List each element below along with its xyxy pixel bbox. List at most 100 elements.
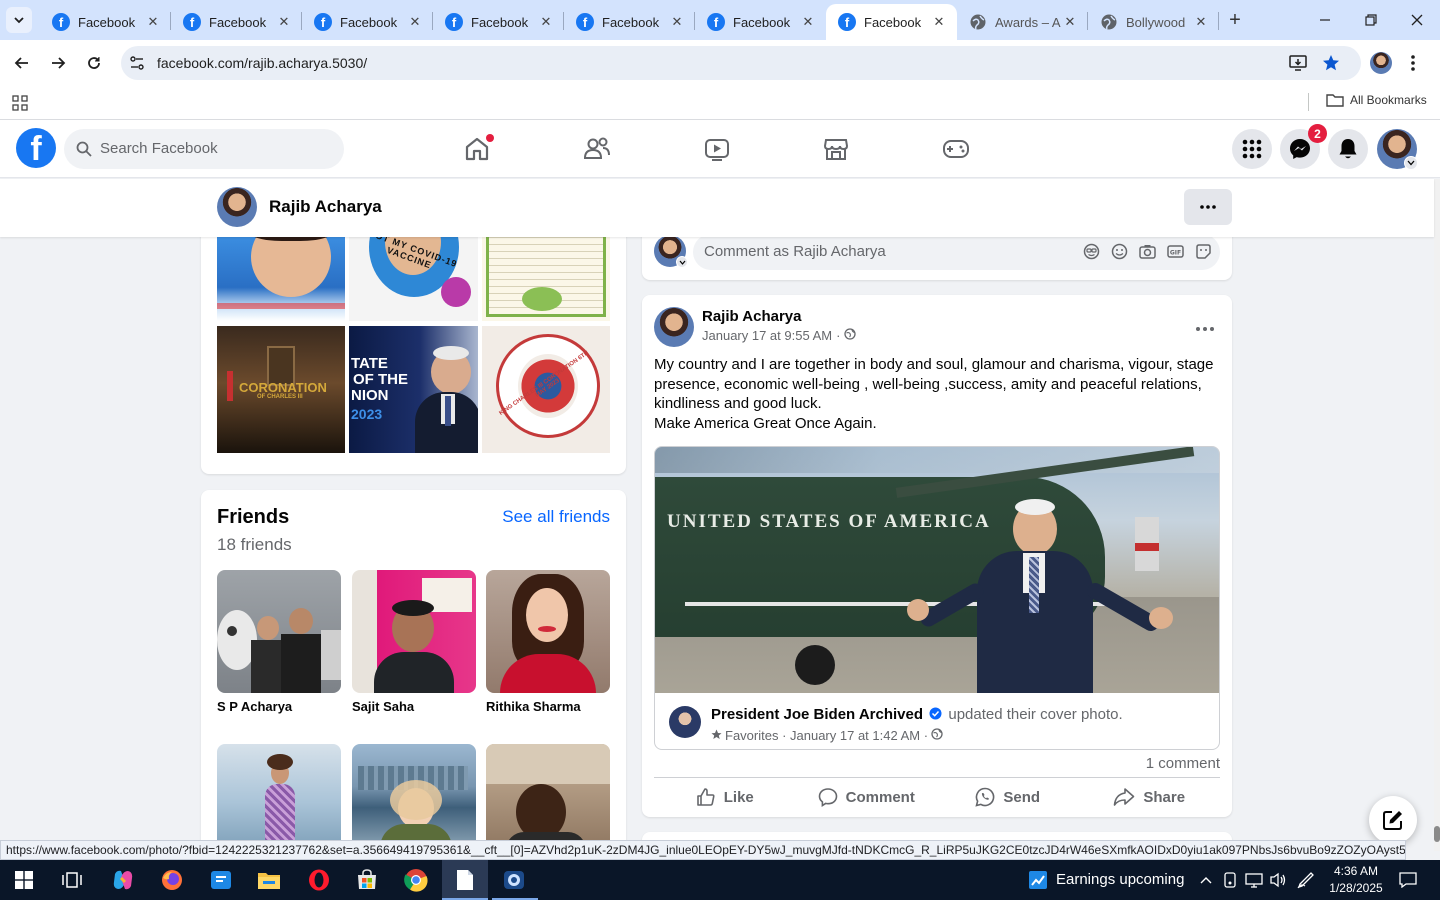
emoji-icon[interactable] <box>1110 242 1128 260</box>
volume-icon[interactable] <box>1268 870 1288 890</box>
friend-photo[interactable] <box>217 570 341 693</box>
new-message-button[interactable] <box>1369 796 1417 844</box>
photo-thumbnail[interactable]: CORONATION OF CHARLES III <box>217 326 345 453</box>
tray-chevron-up-icon[interactable] <box>1196 870 1216 890</box>
post-options-button[interactable] <box>1196 315 1214 336</box>
friend-photo[interactable] <box>352 744 476 850</box>
app-screenshot-icon[interactable] <box>498 864 530 896</box>
commenter-chevron-icon[interactable] <box>676 256 688 268</box>
windows-start-icon[interactable] <box>8 864 40 896</box>
minimize-icon[interactable] <box>1302 0 1348 40</box>
browser-tab[interactable]: f Facebook ✕ <box>695 4 826 40</box>
camera-icon[interactable] <box>1138 242 1156 260</box>
remote-desktop-icon[interactable] <box>205 864 237 896</box>
shared-post-image[interactable]: UNITED STATES OF AMERICA <box>655 447 1219 693</box>
friends-icon[interactable] <box>580 132 614 166</box>
browser-tab[interactable]: f Facebook ✕ <box>433 4 564 40</box>
facebook-search-input[interactable]: Search Facebook <box>64 129 344 169</box>
gaming-icon[interactable] <box>939 132 973 166</box>
action-center-icon[interactable] <box>1398 870 1418 890</box>
copilot-icon[interactable] <box>107 864 139 896</box>
file-explorer-icon[interactable] <box>253 864 285 896</box>
close-tab-icon[interactable]: ✕ <box>669 14 685 30</box>
gif-icon[interactable]: GIF <box>1166 242 1184 260</box>
profile-more-button[interactable] <box>1184 189 1232 225</box>
close-tab-icon[interactable]: ✕ <box>1193 14 1209 30</box>
task-view-icon[interactable] <box>56 864 88 896</box>
shared-page-avatar[interactable] <box>669 706 701 738</box>
browser-tab[interactable]: f Facebook ✕ <box>171 4 302 40</box>
system-clock[interactable]: 4:36 AM 1/28/2025 <box>1322 863 1390 897</box>
reload-icon[interactable] <box>80 49 108 77</box>
close-tab-icon[interactable]: ✕ <box>538 14 554 30</box>
photo-thumbnail[interactable]: TATE OF THE NION 2023 <box>349 326 478 453</box>
menu-grid-icon[interactable] <box>1232 129 1272 169</box>
comment-count-link[interactable]: 1 comment <box>1146 755 1220 772</box>
site-settings-icon[interactable] <box>129 55 145 76</box>
notifications-bell-icon[interactable] <box>1328 129 1368 169</box>
close-window-icon[interactable] <box>1394 0 1440 40</box>
microsoft-store-icon[interactable] <box>351 864 383 896</box>
browser-tab[interactable]: f Facebook ✕ <box>40 4 171 40</box>
marketplace-icon[interactable] <box>819 132 853 166</box>
photo-thumbnail[interactable]: KING CHARLES III CORONATION 6TH MAY 2023 <box>482 326 610 453</box>
browser-tab[interactable]: Awards – A ✕ <box>957 4 1088 40</box>
friend-photo[interactable] <box>486 744 610 850</box>
friend-name[interactable]: Sajit Saha <box>352 699 476 714</box>
comment-button[interactable]: Comment <box>796 781 938 813</box>
close-tab-icon[interactable]: ✕ <box>931 14 947 30</box>
browser-tab[interactable]: f Facebook ✕ <box>564 4 695 40</box>
friend-photo[interactable] <box>352 570 476 693</box>
close-tab-icon[interactable]: ✕ <box>407 14 423 30</box>
profile-name[interactable]: Rajib Acharya <box>269 197 382 217</box>
chrome-menu-icon[interactable] <box>1410 54 1416 77</box>
friend-tile[interactable] <box>217 744 341 850</box>
photo-thumbnail[interactable]: GOT MY COVID-19 VACCINE <box>349 237 478 321</box>
video-icon[interactable] <box>700 132 734 166</box>
photo-thumbnail[interactable] <box>217 237 345 321</box>
sticker-icon[interactable] <box>1194 242 1212 260</box>
news-widget-text[interactable]: Earnings upcoming <box>1056 871 1184 888</box>
close-tab-icon[interactable]: ✕ <box>276 14 292 30</box>
post-timestamp[interactable]: January 17 at 9:55 AM <box>702 328 832 343</box>
comment-input[interactable]: Comment as Rajib Acharya GIF <box>693 234 1220 270</box>
new-tab-plus-icon[interactable]: + <box>1225 9 1245 31</box>
restore-icon[interactable] <box>1348 0 1394 40</box>
see-all-friends-link[interactable]: See all friends <box>502 507 610 527</box>
all-bookmarks-button[interactable]: All Bookmarks <box>1326 93 1427 107</box>
tray-device-icon[interactable] <box>1220 870 1240 890</box>
post-author-name[interactable]: Rajib Acharya <box>702 308 802 325</box>
friend-tile[interactable]: S P Acharya <box>217 570 341 714</box>
bookmark-star-icon[interactable] <box>1322 54 1340 77</box>
close-tab-icon[interactable]: ✕ <box>1062 14 1078 30</box>
page-scrollbar[interactable] <box>1434 179 1440 851</box>
network-icon[interactable] <box>1244 870 1264 890</box>
like-button[interactable]: Like <box>654 781 796 813</box>
chrome-icon[interactable] <box>400 864 432 896</box>
firefox-icon[interactable] <box>156 864 188 896</box>
apps-grid-icon[interactable] <box>12 95 28 116</box>
close-tab-icon[interactable]: ✕ <box>145 14 161 30</box>
scrollbar-thumb[interactable] <box>1434 826 1440 842</box>
shared-page-name[interactable]: President Joe Biden Archived <box>711 706 923 723</box>
tab-search-button[interactable] <box>6 7 32 33</box>
back-arrow-icon[interactable] <box>8 49 36 77</box>
avatar-sticker-icon[interactable] <box>1082 242 1100 260</box>
facebook-logo-icon[interactable]: f <box>16 128 56 168</box>
friend-tile[interactable] <box>486 744 610 850</box>
shared-post[interactable]: UNITED STATES OF AMERICA President Joe B… <box>654 446 1220 750</box>
browser-tab[interactable]: Bollywood ✕ <box>1088 4 1219 40</box>
post-author-avatar[interactable] <box>654 307 694 347</box>
chrome-profile-avatar[interactable] <box>1370 52 1392 74</box>
notepad-icon[interactable] <box>449 864 481 896</box>
friend-photo[interactable] <box>217 744 341 850</box>
friend-name[interactable]: S P Acharya <box>217 699 341 714</box>
close-tab-icon[interactable]: ✕ <box>800 14 816 30</box>
opera-icon[interactable] <box>303 864 335 896</box>
public-globe-icon[interactable] <box>844 328 857 343</box>
browser-tab-active[interactable]: f Facebook ✕ <box>826 4 957 40</box>
install-app-icon[interactable] <box>1289 54 1309 77</box>
friend-tile[interactable]: Sajit Saha <box>352 570 476 714</box>
send-button[interactable]: Send <box>937 781 1079 813</box>
forward-arrow-icon[interactable] <box>44 49 72 77</box>
